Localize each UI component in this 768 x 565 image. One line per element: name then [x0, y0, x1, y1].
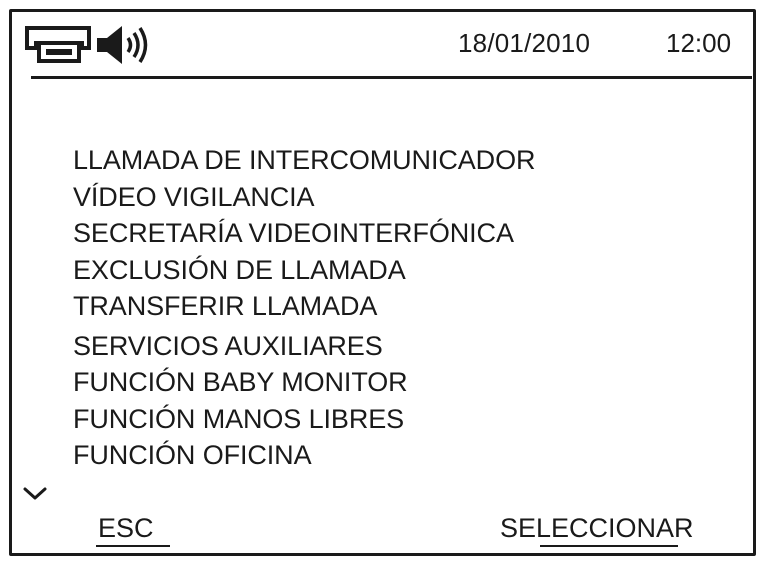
intercom-handset-icon [24, 23, 92, 67]
esc-softkey-underline [96, 545, 170, 547]
menu-item-funcion-manos-libres[interactable]: FUNCIÓN MANOS LIBRES [73, 401, 535, 438]
menu-item-transferir-llamada[interactable]: TRANSFERIR LLAMADA [73, 288, 535, 325]
select-softkey-underline [540, 545, 678, 547]
menu-item-exclusion-llamada[interactable]: EXCLUSIÓN DE LLAMADA [73, 252, 535, 289]
menu-item-secretaria-videointerfonica[interactable]: SECRETARÍA VIDEOINTERFÓNICA [73, 215, 535, 252]
menu-item-video-vigilancia[interactable]: VÍDEO VIGILANCIA [73, 179, 535, 216]
esc-softkey[interactable]: ESC [98, 513, 154, 543]
speaker-volume-icon [94, 23, 152, 67]
menu-item-funcion-oficina[interactable]: FUNCIÓN OFICINA [73, 437, 535, 474]
status-icons [24, 23, 152, 67]
menu-item-servicios-auxiliares[interactable]: SERVICIOS AUXILIARES [73, 328, 535, 365]
menu-item-llamada-intercomunicador[interactable]: LLAMADA DE INTERCOMUNICADOR [73, 142, 535, 179]
menu-item-funcion-baby-monitor[interactable]: FUNCIÓN BABY MONITOR [73, 364, 535, 401]
device-screen: 18/01/2010 12:00 LLAMADA DE INTERCOMUNIC… [9, 9, 756, 556]
status-bar: 18/01/2010 12:00 [12, 12, 753, 76]
select-softkey[interactable]: SELECCIONAR [500, 513, 694, 543]
header-divider [31, 76, 752, 79]
main-menu: LLAMADA DE INTERCOMUNICADOR VÍDEO VIGILA… [73, 142, 535, 474]
chevron-down-icon[interactable] [22, 485, 48, 508]
time-display: 12:00 [666, 28, 732, 58]
date-display: 18/01/2010 [458, 28, 591, 58]
